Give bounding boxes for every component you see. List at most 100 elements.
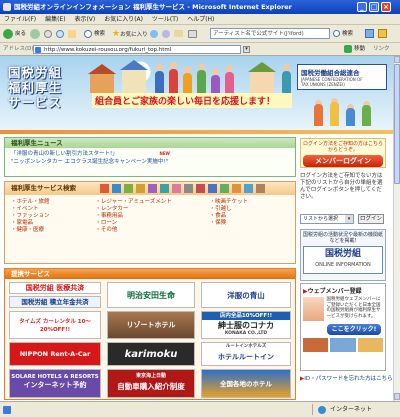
- login-box: ログイン方法をご存知の方はこちらからどうぞ。 メンバーログイン: [300, 138, 386, 168]
- ad-solare[interactable]: SOLARE HOTELS & RESORTS インターネット予約: [9, 369, 101, 398]
- toolbar-extra2-icon[interactable]: [378, 29, 387, 38]
- media-icon: [150, 29, 158, 38]
- menu-favorites[interactable]: お気に入り(A): [104, 16, 143, 23]
- menu-file[interactable]: ファイル(F): [4, 16, 36, 23]
- ad-pension-mutual[interactable]: 国税労組 積立年金共済: [9, 296, 101, 308]
- refresh-button[interactable]: [56, 28, 66, 40]
- category-link[interactable]: ・レンタカー: [95, 206, 209, 213]
- print-button[interactable]: [188, 28, 199, 40]
- news-item[interactable]: "ニッポンレンタカー エコクラス誕生記念キャンペーン実施中!": [5, 159, 295, 167]
- category-link[interactable]: ・保険: [210, 220, 289, 227]
- back-button[interactable]: 戻る: [3, 28, 26, 40]
- category-link[interactable]: ・家電品: [11, 220, 95, 227]
- stop-button[interactable]: [44, 28, 54, 40]
- ad-nippon-rentacar[interactable]: NIPPON Rent-A-Car: [9, 342, 101, 366]
- scroll-up-icon[interactable]: [394, 56, 400, 63]
- address-dropdown-icon[interactable]: ▾: [243, 46, 250, 53]
- category-link[interactable]: ・映画チケット: [210, 199, 289, 206]
- menu-tools[interactable]: ツール(T): [152, 16, 178, 23]
- minimize-button[interactable]: _: [357, 2, 367, 12]
- category-link[interactable]: ・引越し: [210, 206, 289, 213]
- links-button[interactable]: リンク: [373, 43, 390, 56]
- menu-view[interactable]: 表示(V): [74, 16, 95, 23]
- refresh-icon: [56, 29, 64, 38]
- maximize-button[interactable]: □: [369, 2, 379, 12]
- forward-button[interactable]: [30, 28, 42, 40]
- toolbar-search-go[interactable]: 検索: [333, 28, 353, 40]
- ad-medical-mutual[interactable]: 国税労組 医療共済: [9, 282, 101, 294]
- scroll-down-icon[interactable]: [394, 393, 400, 400]
- category-link[interactable]: ・イベント: [11, 206, 95, 213]
- mail-button[interactable]: [174, 28, 185, 40]
- category-link[interactable]: ・ファッション: [11, 213, 95, 220]
- ad-route-inn[interactable]: ルートインホテルズ ホテルルートイン: [201, 342, 291, 366]
- ad-times-car[interactable]: タイムズ カーレンタル 10〜20%OFF!!: [9, 311, 101, 339]
- zone-label: インターネット: [330, 406, 373, 413]
- login-button[interactable]: ログイン: [358, 214, 384, 224]
- ad-meiji-yasuda[interactable]: 明治安田生命: [107, 282, 195, 308]
- history-icon: [162, 29, 170, 38]
- search-button[interactable]: 検索: [84, 28, 105, 40]
- union-select[interactable]: リストから選択 ▾: [300, 214, 354, 224]
- movie-icon[interactable]: [124, 184, 133, 193]
- register-button[interactable]: ここをクリック!: [327, 324, 381, 335]
- online-info-title: 国税労組の活動状況や最新の機関紙などを掲載!: [303, 232, 384, 244]
- moving-icon[interactable]: [160, 184, 169, 193]
- web-member-desc: 国税労組ウェブメンバーにご登録いただくと日本全国の国税労組員が福利厚生サービスが…: [326, 297, 381, 319]
- health-icon[interactable]: [244, 184, 253, 193]
- member-gallery: [303, 338, 383, 352]
- office-icon[interactable]: [184, 184, 193, 193]
- favorites-button[interactable]: ★お気に入り: [112, 28, 148, 40]
- menu-edit[interactable]: 編集(E): [45, 16, 65, 23]
- category-links: ・ホテル・旅館 ・イベント ・ファッション ・家電品 ・健康・医療 ・レジャー・…: [5, 198, 295, 235]
- category-link[interactable]: ・健康・医療: [11, 227, 95, 234]
- service-search-title: 福利厚生サービス検索: [11, 184, 76, 192]
- family-illustration-right: [305, 96, 385, 126]
- history-button[interactable]: [162, 28, 172, 40]
- category-link[interactable]: ・ホテル・旅館: [11, 199, 95, 206]
- union-logo-box[interactable]: 国税労働組合総連合 JAPANESE CONFEDERATION OF TAX …: [297, 64, 387, 90]
- category-link[interactable]: ・食品: [210, 213, 289, 220]
- home-button[interactable]: [68, 28, 78, 40]
- category-link[interactable]: ・その他: [95, 227, 209, 234]
- ad-resort-hotel[interactable]: リゾートホテル: [107, 311, 195, 339]
- banner-slogan: 組合員とご家族の楽しい毎日を応援します！: [92, 93, 292, 108]
- ad-hotels-nationwide[interactable]: 全国各地のホテル: [201, 369, 291, 398]
- toolbar-extra-icon[interactable]: [365, 29, 374, 38]
- media-button[interactable]: [150, 28, 160, 40]
- web-member-box: ▶ウェブメンバー登録 国税労組ウェブメンバーにご登録いただくと日本全国の国税労組…: [300, 283, 386, 371]
- loan-icon[interactable]: [220, 184, 229, 193]
- car-icon[interactable]: [148, 184, 157, 193]
- ad-tokio-marine[interactable]: 東京海上日動 自動車購入紹介制度: [107, 369, 195, 398]
- password-link[interactable]: ▶ID・パスワードを忘れた方はこちら: [300, 374, 393, 384]
- online-info-box[interactable]: 国税労組の活動状況や最新の機関紙などを掲載! 国税労組 ONLINE INFOR…: [300, 229, 386, 281]
- food-icon[interactable]: [196, 184, 205, 193]
- member-login-button[interactable]: メンバーログイン: [303, 155, 383, 167]
- menu-help[interactable]: ヘルプ(H): [187, 16, 214, 23]
- insurance-icon[interactable]: [232, 184, 241, 193]
- address-input[interactable]: http://www.kokuzei-rousou.org/fukuri_top…: [33, 45, 241, 54]
- toolbar-search-field[interactable]: アーティスト名で公式サイト(J'iford): [210, 28, 330, 39]
- category-link[interactable]: ・ローン: [95, 220, 209, 227]
- appliance-icon[interactable]: [208, 184, 217, 193]
- event-icon[interactable]: [136, 184, 145, 193]
- category-link[interactable]: ・事務用品: [95, 213, 209, 220]
- ad-konaka[interactable]: 店内全品10%OFF!! 紳士服のコナカ KONAKA CO.,LTD: [201, 311, 291, 339]
- leisure-icon[interactable]: [112, 184, 121, 193]
- gallery-photo: [357, 338, 383, 352]
- close-button[interactable]: ×: [381, 2, 391, 12]
- banner-stripe: [0, 130, 393, 134]
- scroll-thumb[interactable]: [394, 64, 400, 184]
- ad-aoyama[interactable]: 洋服の青山: [201, 282, 291, 308]
- ad-karimoku[interactable]: karimoku: [107, 342, 195, 366]
- page-content: 国税労組 福利厚生 サービス 組合員とご家族の楽しい毎日を応援します！ 国税労働…: [0, 56, 393, 401]
- go-button[interactable]: 移動: [354, 43, 365, 56]
- fashion-icon[interactable]: [172, 184, 181, 193]
- news-item[interactable]: 「洋服の青山の新しい割引方法スタート!」 NEW: [5, 150, 295, 159]
- vertical-scrollbar[interactable]: [393, 56, 400, 401]
- union-en2: TAX UNIONS (ZENZEI): [301, 82, 345, 87]
- category-link[interactable]: ・レジャー・アミューズメント: [95, 199, 209, 206]
- hotel-icon[interactable]: [100, 184, 109, 193]
- other-icon[interactable]: [256, 184, 265, 193]
- online-info-banner[interactable]: 国税労組 ONLINE INFORMATION: [303, 246, 383, 274]
